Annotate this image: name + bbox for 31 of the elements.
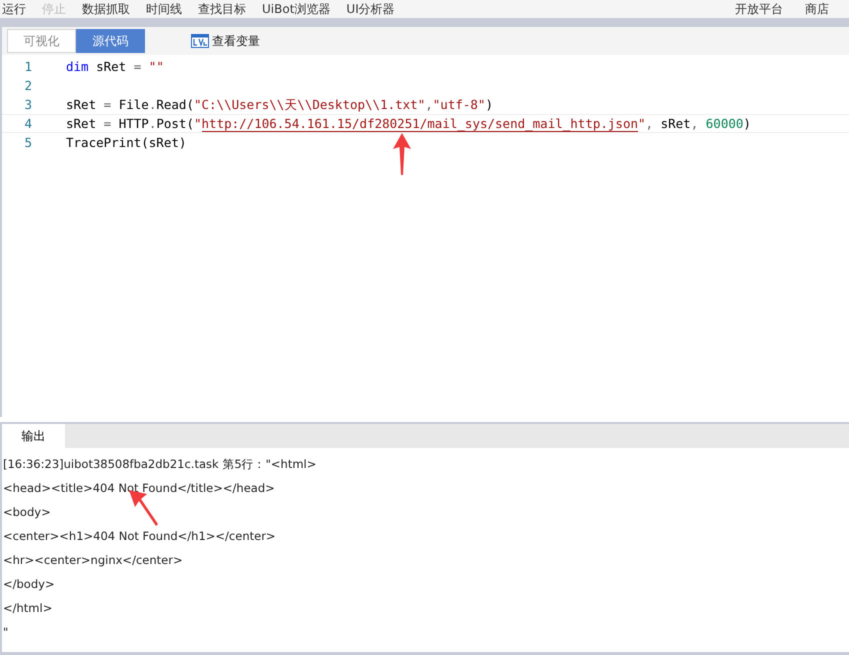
output-line: <body> [2,504,51,521]
menu-item[interactable]: 时间线 [146,2,182,16]
variable-window-icon[interactable] [191,34,209,48]
line-number: 5 [23,134,32,152]
view-tab[interactable]: 可视化 [7,29,76,53]
code-line: dim sRet = "" [66,58,164,76]
line-number: 4 [23,115,32,132]
menu-item[interactable]: 商店 [805,2,829,16]
code-line: TracePrint(sRet) [66,134,186,152]
code-line: sRet = HTTP.Post("http://106.54.161.15/df280251/mail_sys/send_mail_http.json", sRet, 60000) [66,115,751,132]
menu-item[interactable]: 运行 [2,2,26,16]
menu-item[interactable]: UiBot浏览器 [262,2,330,16]
output-line: <hr><center>nginx</center> [2,552,183,569]
menu-item[interactable]: 开放平台 [735,2,783,16]
line-number: 1 [23,58,32,76]
menu-item[interactable]: 数据抓取 [82,2,130,16]
menu-item[interactable]: UI分析器 [346,2,395,16]
menu-item[interactable]: 查找目标 [198,2,246,16]
pointer-arrow-icon [392,133,412,175]
code-line: sRet = File.Read("C:\\Users\\天\\Desktop\\1.txt","utf-8") [66,96,493,114]
line-number: 3 [23,96,32,114]
output-line: " [2,624,8,641]
output-tab[interactable]: 输出 [2,424,65,448]
view-variables-button[interactable]: 查看变量 [212,32,260,50]
view-tab[interactable]: 源代码 [76,29,145,53]
output-line: [16:36:23]uibot38508fba2db21c.task 第5行："<html> [2,456,316,473]
output-line: </body> [2,576,55,593]
line-number: 2 [23,77,32,95]
output-line: <head><title>404 Not Found</title></head> [2,480,275,497]
output-line: <center><h1>404 Not Found</h1></center> [2,528,276,545]
output-line: </html> [2,600,52,617]
